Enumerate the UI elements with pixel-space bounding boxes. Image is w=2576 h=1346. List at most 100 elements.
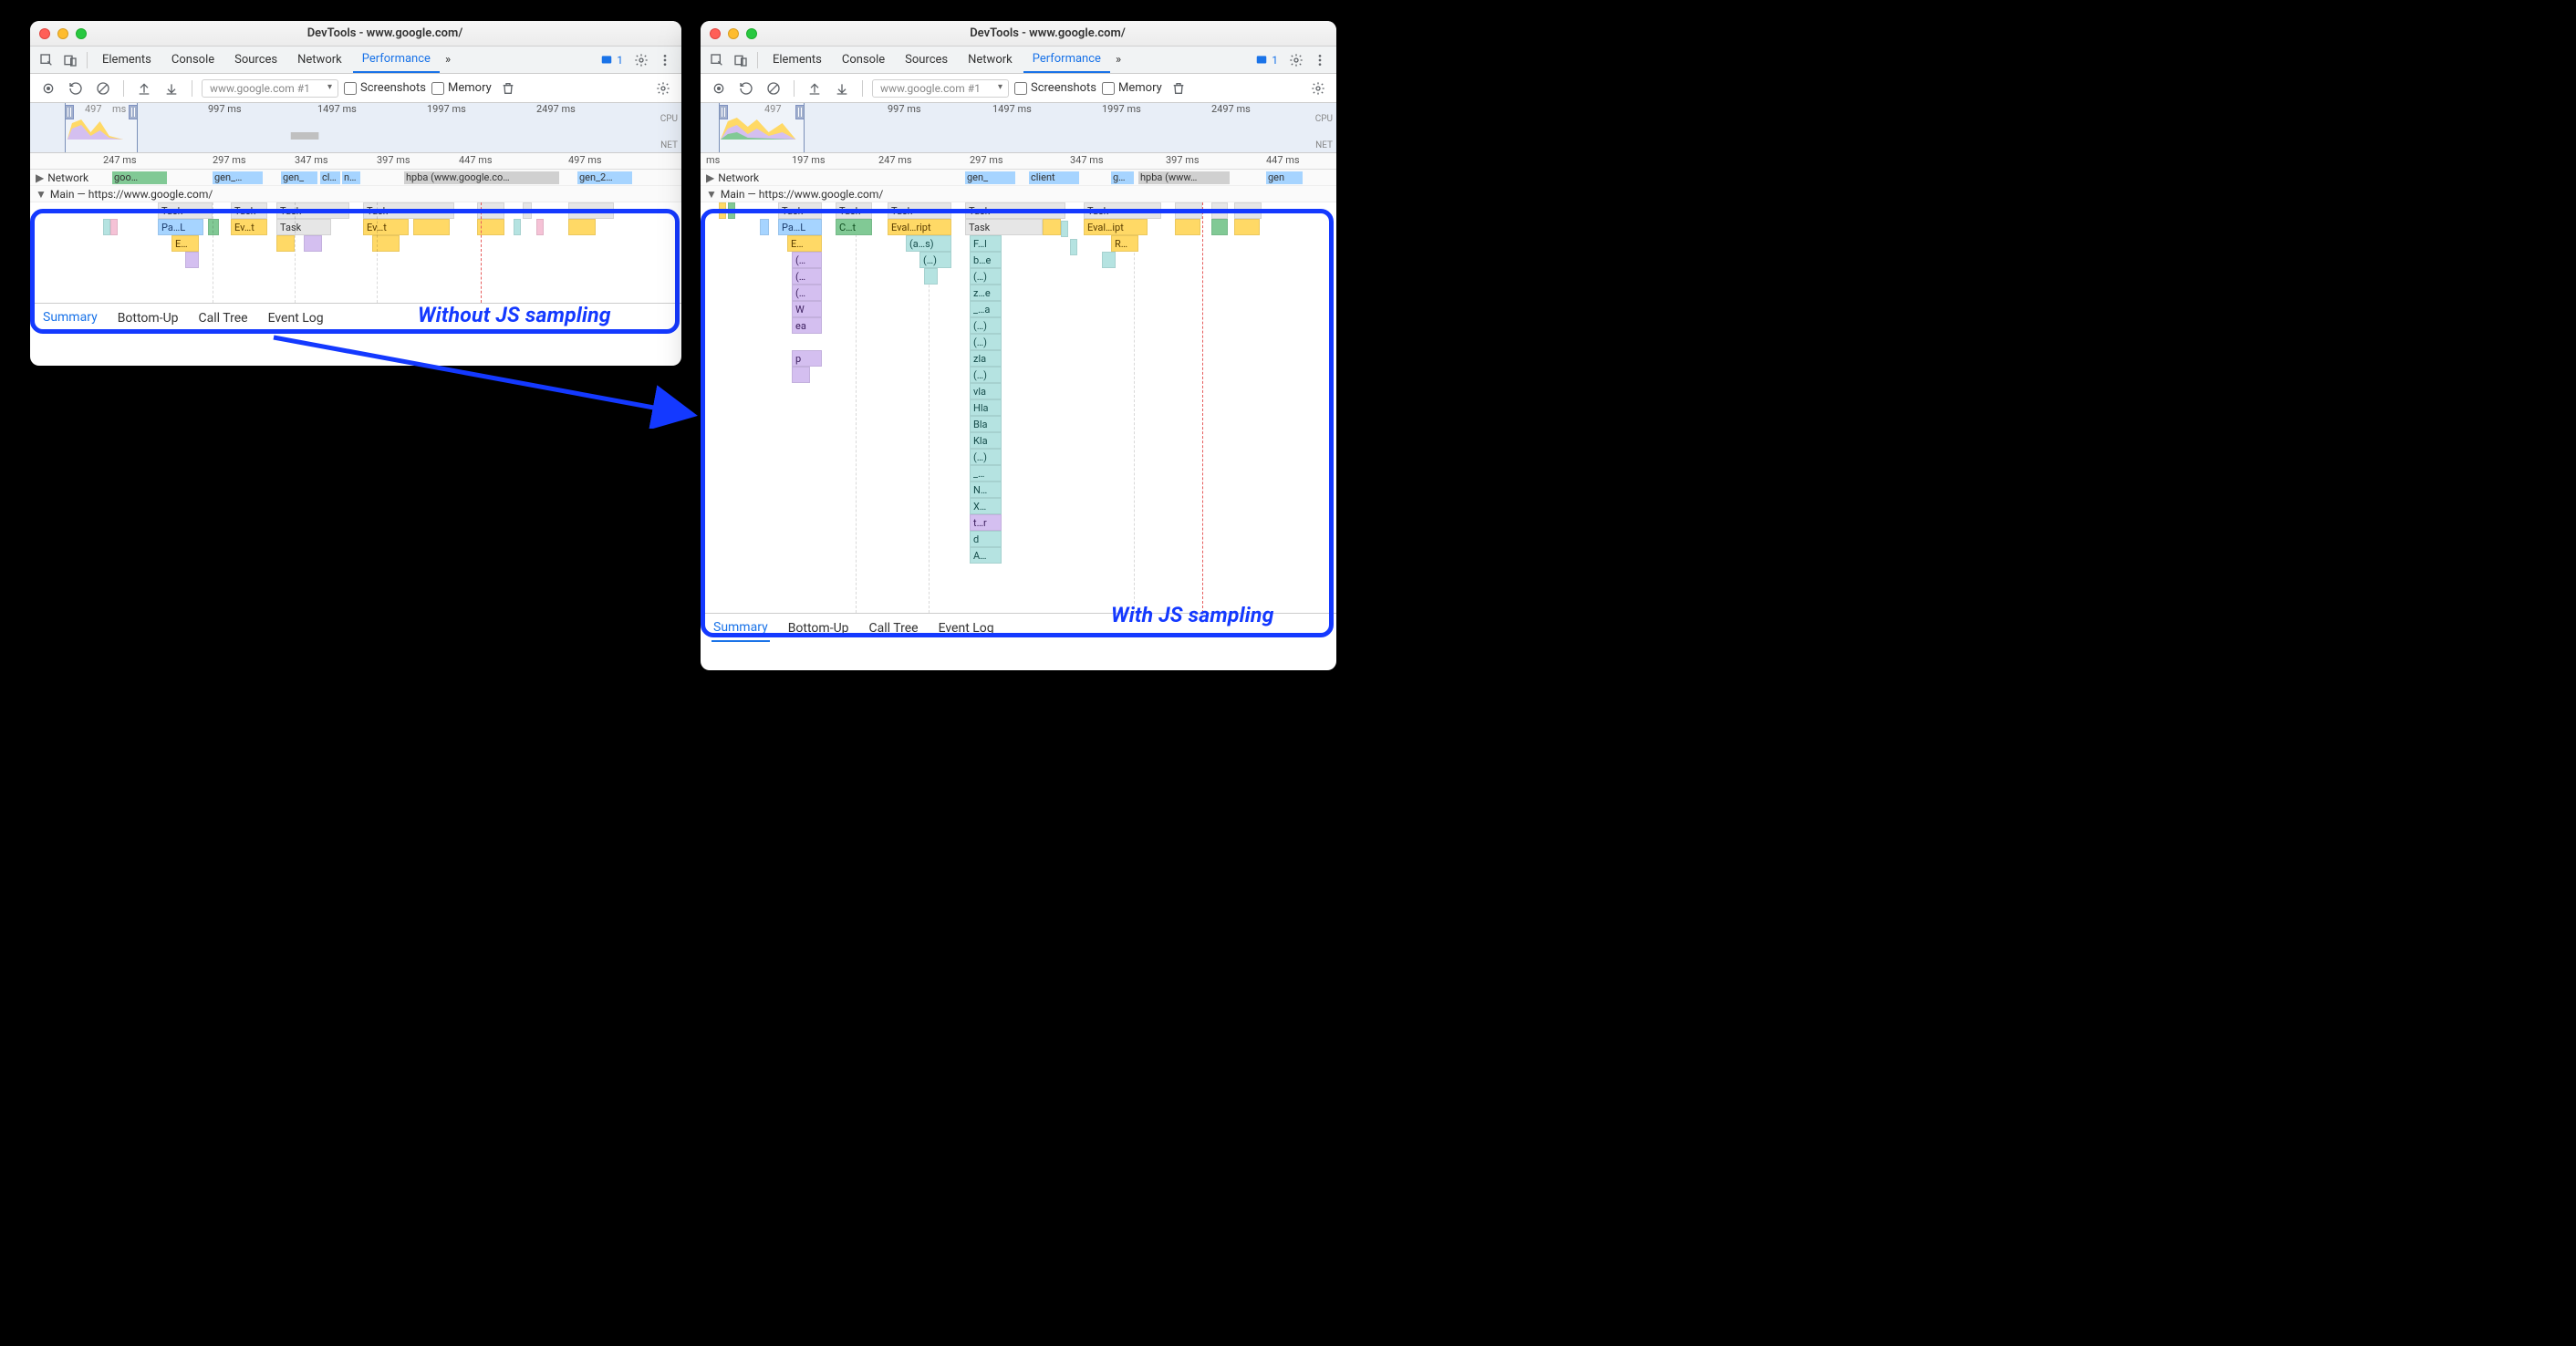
task-frame[interactable] bbox=[1175, 202, 1202, 219]
more-menu-icon[interactable] bbox=[654, 49, 676, 71]
network-item[interactable]: cl… bbox=[320, 171, 340, 184]
download-button[interactable] bbox=[161, 78, 182, 99]
network-item[interactable]: hpba (www.google.co… bbox=[404, 171, 559, 184]
timeline-overview[interactable]: 497 997 ms 1497 ms 1997 ms 2497 ms CPU N… bbox=[701, 103, 1336, 153]
inspect-icon[interactable] bbox=[706, 49, 728, 71]
frame[interactable]: (…) bbox=[919, 252, 951, 268]
task-frame[interactable]: Task bbox=[231, 202, 267, 219]
network-item[interactable]: gen_2… bbox=[577, 171, 632, 184]
main-disclosure-icon[interactable]: ▼ bbox=[36, 188, 47, 201]
frame[interactable]: R… bbox=[1111, 235, 1138, 252]
frame[interactable]: (… bbox=[792, 268, 822, 285]
frame[interactable] bbox=[1234, 219, 1260, 235]
device-toggle-icon[interactable] bbox=[730, 49, 752, 71]
frame[interactable] bbox=[1211, 219, 1228, 235]
window-minimize-icon[interactable] bbox=[728, 28, 739, 39]
tab-console[interactable]: Console bbox=[162, 47, 223, 72]
record-button[interactable] bbox=[37, 78, 59, 99]
network-item[interactable]: goo… bbox=[112, 171, 167, 184]
gc-button[interactable] bbox=[497, 78, 519, 99]
clear-button[interactable] bbox=[763, 78, 784, 99]
issues-button[interactable]: 1 bbox=[595, 52, 628, 68]
frame[interactable]: Pa…L bbox=[778, 219, 822, 235]
frame[interactable] bbox=[792, 367, 810, 383]
details-tab-bottom-up[interactable]: Bottom-Up bbox=[786, 616, 851, 641]
frame[interactable]: E… bbox=[171, 235, 199, 252]
frame[interactable]: C…t bbox=[836, 219, 872, 235]
window-maximize-icon[interactable] bbox=[746, 28, 757, 39]
frame[interactable]: d bbox=[970, 531, 1002, 547]
frame[interactable]: Ev…t bbox=[231, 219, 267, 235]
device-toggle-icon[interactable] bbox=[59, 49, 81, 71]
capture-settings-gear-icon[interactable] bbox=[652, 78, 674, 99]
details-tab-summary[interactable]: Summary bbox=[712, 615, 770, 642]
task-frame[interactable] bbox=[1211, 202, 1228, 219]
tab-network[interactable]: Network bbox=[959, 47, 1022, 72]
flame-chart[interactable]: Task Task Task Task Pa…L Ev…t Task Ev…t … bbox=[30, 202, 681, 303]
tab-sources[interactable]: Sources bbox=[225, 47, 286, 72]
recording-select[interactable]: www.google.com #1 bbox=[202, 79, 338, 98]
window-maximize-icon[interactable] bbox=[76, 28, 87, 39]
task-frame[interactable]: Task bbox=[1084, 202, 1161, 219]
frame[interactable]: A… bbox=[970, 547, 1002, 564]
main-thread-header[interactable]: ▼ Main — https://www.google.com/ bbox=[30, 186, 681, 202]
network-item[interactable]: g… bbox=[1111, 171, 1134, 184]
frame[interactable]: (… bbox=[792, 252, 822, 268]
frame[interactable] bbox=[185, 252, 199, 268]
network-disclosure-icon[interactable]: ▶ bbox=[36, 171, 44, 184]
network-item[interactable]: gen_… bbox=[213, 171, 263, 184]
task-frame[interactable]: Task bbox=[888, 202, 951, 219]
frame[interactable]: N… bbox=[970, 481, 1002, 498]
frame[interactable]: Pa…L bbox=[158, 219, 203, 235]
network-item[interactable]: gen_ bbox=[965, 171, 1015, 184]
frame[interactable] bbox=[568, 219, 596, 235]
frame[interactable]: Hla bbox=[970, 399, 1002, 416]
tabs-overflow-button[interactable]: » bbox=[441, 47, 454, 72]
frame[interactable]: (a…s) bbox=[906, 235, 951, 252]
main-disclosure-icon[interactable]: ▼ bbox=[706, 188, 717, 201]
main-thread-header[interactable]: ▼ Main — https://www.google.com/ bbox=[701, 186, 1336, 202]
frame[interactable]: ea bbox=[792, 317, 822, 334]
frame[interactable]: vla bbox=[970, 383, 1002, 399]
frame[interactable]: (…) bbox=[970, 367, 1002, 383]
frame[interactable]: t…r bbox=[970, 514, 1002, 531]
frame[interactable]: (…) bbox=[970, 268, 1002, 285]
frame[interactable]: Kla bbox=[970, 432, 1002, 449]
frame[interactable] bbox=[1175, 219, 1200, 235]
settings-gear-icon[interactable] bbox=[630, 49, 652, 71]
frame[interactable]: z…e bbox=[970, 285, 1002, 301]
task-frame[interactable] bbox=[568, 202, 614, 219]
window-close-icon[interactable] bbox=[39, 28, 50, 39]
frame[interactable]: zla bbox=[970, 350, 1002, 367]
network-row[interactable]: ▶ Network goo… gen_… gen_ cl… n… hpba (w… bbox=[30, 170, 681, 186]
frame[interactable]: E… bbox=[787, 235, 822, 252]
gc-button[interactable] bbox=[1168, 78, 1189, 99]
task-frame[interactable]: Task bbox=[965, 202, 1065, 219]
upload-button[interactable] bbox=[804, 78, 826, 99]
frame[interactable]: Eval…ipt bbox=[1084, 219, 1148, 235]
tab-network[interactable]: Network bbox=[288, 47, 351, 72]
record-button[interactable] bbox=[708, 78, 730, 99]
network-row[interactable]: ▶ Network gen_ client g… hpba (www… gen bbox=[701, 170, 1336, 186]
task-frame[interactable]: Task bbox=[778, 202, 822, 219]
frame[interactable]: Ev…t bbox=[363, 219, 409, 235]
frame[interactable] bbox=[208, 219, 219, 235]
frame[interactable]: F…l bbox=[970, 235, 1002, 252]
frame[interactable]: Bla bbox=[970, 416, 1002, 432]
details-tab-event-log[interactable]: Event Log bbox=[266, 305, 326, 331]
tab-performance[interactable]: Performance bbox=[1023, 47, 1110, 73]
frame[interactable]: (…) bbox=[970, 334, 1002, 350]
settings-gear-icon[interactable] bbox=[1285, 49, 1307, 71]
frame[interactable]: (… bbox=[792, 285, 822, 301]
network-item[interactable]: gen_ bbox=[281, 171, 317, 184]
reload-record-button[interactable] bbox=[65, 78, 87, 99]
memory-checkbox[interactable]: Memory bbox=[431, 81, 492, 95]
network-disclosure-icon[interactable]: ▶ bbox=[706, 171, 714, 184]
frame[interactable] bbox=[1102, 252, 1116, 268]
frame[interactable] bbox=[276, 235, 295, 252]
details-tab-call-tree[interactable]: Call Tree bbox=[867, 616, 920, 641]
clear-button[interactable] bbox=[92, 78, 114, 99]
network-item[interactable]: gen bbox=[1266, 171, 1303, 184]
frame[interactable]: p bbox=[792, 350, 822, 367]
task-frame[interactable] bbox=[1234, 202, 1262, 219]
